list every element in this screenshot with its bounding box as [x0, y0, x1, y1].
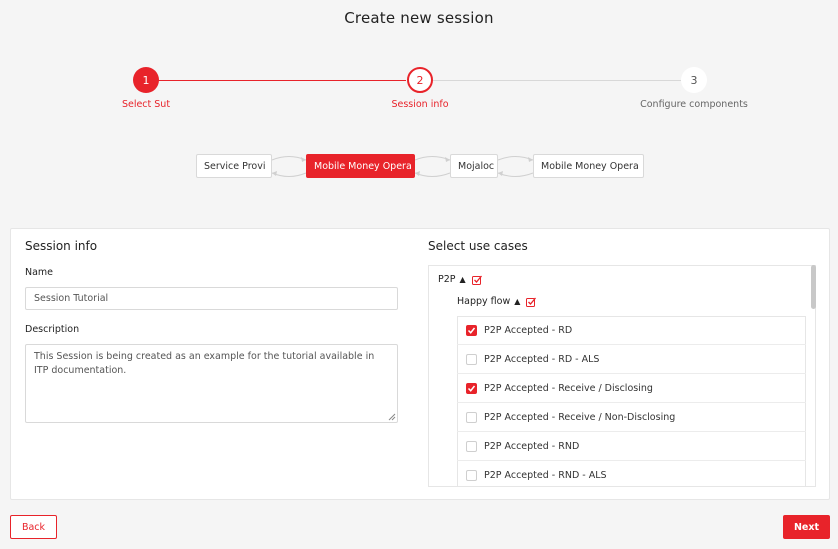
use-case-label: P2P Accepted - Receive / Non-Disclosing: [484, 411, 676, 423]
checkbox[interactable]: [466, 353, 477, 365]
session-card: Session info Name Description This Sessi…: [10, 228, 830, 500]
checkbox[interactable]: [466, 411, 477, 423]
component-mobile-money-operator-1[interactable]: Mobile Money Opera: [306, 154, 415, 178]
checkbox-checked[interactable]: [466, 382, 477, 394]
tree-subgroup-label: Happy flow: [457, 296, 511, 307]
list-item[interactable]: P2P Accepted - Receive / Non-Disclosing: [457, 403, 806, 432]
list-item[interactable]: P2P Accepted - RND - ALS: [457, 461, 806, 486]
list-item[interactable]: P2P Accepted - Receive / Disclosing: [457, 374, 806, 403]
use-cases-tree: P2P ▲ Happy flow ▲ P2P Accepted - RD P2P…: [428, 265, 816, 487]
use-case-label: P2P Accepted - RND: [484, 440, 580, 452]
resize-grip-icon[interactable]: [388, 413, 396, 421]
use-case-label: P2P Accepted - RND - ALS: [484, 469, 607, 481]
session-info-title: Session info: [25, 239, 98, 253]
caret-up-icon[interactable]: ▲: [460, 275, 466, 284]
component-service-provider[interactable]: Service Provi: [196, 154, 272, 178]
check-square-icon[interactable]: [526, 297, 537, 307]
use-case-label: P2P Accepted - RD: [484, 324, 573, 336]
component-mojaloop[interactable]: Mojaloc: [450, 154, 498, 178]
use-case-label: P2P Accepted - Receive / Disclosing: [484, 382, 653, 394]
session-name-input[interactable]: [25, 287, 398, 310]
name-label: Name: [25, 267, 54, 278]
tree-subgroup-happy-flow[interactable]: Happy flow ▲: [457, 296, 537, 307]
check-square-icon[interactable]: [471, 275, 482, 285]
tree-group-label: P2P: [438, 274, 456, 285]
checkbox[interactable]: [466, 469, 477, 481]
use-cases-scrollbar[interactable]: [811, 265, 816, 309]
caret-up-icon[interactable]: ▲: [514, 297, 520, 306]
use-cases-title: Select use cases: [428, 239, 528, 253]
session-description-textarea[interactable]: This Session is being created as an exam…: [25, 344, 398, 423]
checkbox-checked[interactable]: [466, 324, 477, 336]
check-icon: [467, 385, 476, 392]
list-item[interactable]: P2P Accepted - RD - ALS: [457, 345, 806, 374]
description-label: Description: [25, 324, 80, 335]
list-item[interactable]: P2P Accepted - RND: [457, 432, 806, 461]
list-item[interactable]: P2P Accepted - RD: [457, 316, 806, 345]
check-icon: [467, 327, 476, 334]
tree-group-p2p[interactable]: P2P ▲: [438, 274, 482, 285]
checkbox[interactable]: [466, 440, 477, 452]
component-mobile-money-operator-2[interactable]: Mobile Money Opera: [533, 154, 644, 178]
back-button[interactable]: Back: [10, 515, 57, 539]
use-case-label: P2P Accepted - RD - ALS: [484, 353, 600, 365]
next-button[interactable]: Next: [783, 515, 830, 539]
